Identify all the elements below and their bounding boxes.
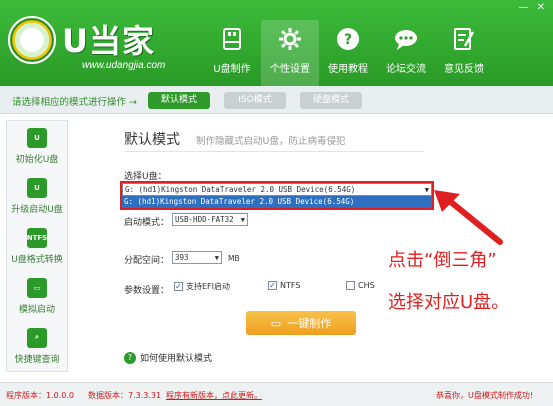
nav-forum[interactable]: 论坛交流: [377, 20, 435, 86]
brand-url: www.udangjia.com: [82, 60, 166, 71]
chevron-down-icon: ▼: [214, 254, 219, 262]
close-icon[interactable]: ✕: [537, 3, 545, 13]
checkbox-checked-icon: ✓: [174, 282, 183, 291]
annotation-line-1: 点击“倒三角”: [388, 250, 497, 271]
nav-label: 使用教程: [328, 64, 368, 75]
sidebar-item-simulate[interactable]: ▭ 模拟启动: [7, 271, 67, 321]
nav-label: 论坛交流: [386, 64, 426, 75]
highlight-box: [120, 181, 434, 210]
sidebar-item-label: 模拟启动: [18, 304, 55, 315]
title-divider: [124, 151, 424, 152]
nav-feedback[interactable]: 意见反馈: [435, 20, 493, 86]
logo-disc-icon: [8, 16, 56, 64]
app-window: — ✕ U当家 www.udangjia.com U盘制作 个性设置 ? 使用教…: [0, 0, 553, 406]
checkbox-checked-icon: ✓: [268, 281, 277, 290]
sidebar: U 初始化U盘 U 升级启动U盘 NTFS U盘格式转换 ▭ 模拟启动 ⌕ 快捷…: [6, 120, 68, 372]
sidebar-item-format[interactable]: NTFS U盘格式转换: [7, 221, 67, 271]
nav-label: 个性设置: [270, 64, 310, 75]
usb-icon: ▭: [270, 316, 282, 330]
boot-mode-value: USB-HDD-FAT32: [175, 215, 234, 224]
help-label: 如何使用默认模式: [140, 354, 213, 364]
nav-settings[interactable]: 个性设置: [261, 20, 319, 86]
sidebar-item-upgrade[interactable]: U 升级启动U盘: [7, 171, 67, 221]
ntfs-icon: NTFS: [27, 227, 47, 248]
mode-hint: 请选择相应的模式进行操作 →: [12, 97, 137, 108]
status-bar: 程序版本：1.0.0.0 数据版本：7.3.3.31 程序有新版本，点此更新。 …: [0, 382, 553, 406]
page-title: 默认模式: [124, 132, 180, 148]
chs-checkbox[interactable]: CHS: [346, 281, 375, 290]
logo: U当家 www.udangjia.com: [8, 14, 208, 74]
brand-title: U当家: [62, 22, 155, 60]
alloc-label: 分配空间：: [124, 256, 170, 266]
chs-label: CHS: [358, 281, 375, 290]
build-label: 一键制作: [287, 317, 332, 330]
alloc-unit: MB: [228, 254, 240, 263]
header: — ✕ U当家 www.udangjia.com U盘制作 个性设置 ? 使用教…: [0, 0, 553, 86]
window-controls: — ✕: [519, 3, 545, 13]
sidebar-item-label: 初始化U盘: [15, 154, 59, 165]
nav-usb-make[interactable]: U盘制作: [203, 20, 261, 86]
sidebar-item-label: 快捷键查询: [14, 354, 60, 365]
sidebar-item-init[interactable]: U 初始化U盘: [7, 121, 67, 171]
minimize-icon[interactable]: —: [519, 3, 529, 13]
annotation-line-2: 选择对应U盘。: [388, 292, 510, 313]
chevron-down-icon: ▼: [240, 216, 245, 224]
one-click-build-button[interactable]: ▭ 一键制作: [246, 311, 356, 335]
usb-icon: [223, 28, 241, 50]
app-version: 程序版本：1.0.0.0: [6, 391, 74, 400]
page-subtitle: 制作隐藏式启动U盘，防止病毒侵犯: [196, 136, 346, 147]
chat-icon: [395, 30, 417, 50]
help-link[interactable]: ? 如何使用默认模式: [124, 351, 212, 364]
sidebar-item-label: 升级启动U盘: [11, 204, 63, 215]
annotation-arrow-icon: [434, 190, 503, 245]
usb-init-icon: U: [27, 127, 47, 148]
efi-label: 支持EFI启动: [186, 282, 231, 291]
sidebar-item-label: U盘格式转换: [11, 254, 63, 265]
ntfs-label: NTFS: [280, 281, 301, 290]
nav-tutorial[interactable]: ? 使用教程: [319, 20, 377, 86]
mode-disk-button[interactable]: 硬盘模式: [300, 92, 362, 109]
feedback-icon: [454, 28, 475, 50]
gear-icon: [279, 28, 301, 50]
efi-checkbox[interactable]: ✓ 支持EFI启动: [174, 281, 230, 292]
usb-upgrade-icon: U: [27, 177, 47, 198]
ntfs-checkbox[interactable]: ✓ NTFS: [268, 281, 300, 290]
status-message: 恭喜你，U盘模式制作成功!: [436, 391, 534, 400]
nav-label: 意见反馈: [444, 64, 484, 75]
alloc-value: 393: [175, 253, 189, 262]
question-icon: ?: [337, 28, 359, 50]
nav-label: U盘制作: [213, 64, 251, 75]
svg-text:?: ?: [344, 32, 352, 48]
boot-mode-label: 启动模式：: [124, 218, 170, 228]
question-icon: ?: [124, 351, 136, 364]
alloc-select[interactable]: 393 ▼: [172, 251, 222, 264]
update-link[interactable]: 程序有新版本，点此更新。: [166, 390, 262, 401]
sidebar-item-hotkey[interactable]: ⌕ 快捷键查询: [7, 321, 67, 371]
params-label: 参数设置：: [124, 286, 170, 296]
checkbox-unchecked-icon: [346, 281, 355, 290]
search-icon: ⌕: [27, 327, 47, 348]
top-nav: U盘制作 个性设置 ? 使用教程 论坛交流 意见反馈: [203, 20, 493, 86]
mode-bar: 请选择相应的模式进行操作 → 默认模式 ISO模式 硬盘模式: [0, 86, 553, 114]
boot-mode-select[interactable]: USB-HDD-FAT32 ▼: [172, 213, 248, 226]
monitor-icon: ▭: [27, 277, 47, 298]
data-version: 数据版本：7.3.3.31: [88, 391, 162, 400]
mode-default-button[interactable]: 默认模式: [148, 92, 210, 109]
mode-iso-button[interactable]: ISO模式: [224, 92, 286, 109]
